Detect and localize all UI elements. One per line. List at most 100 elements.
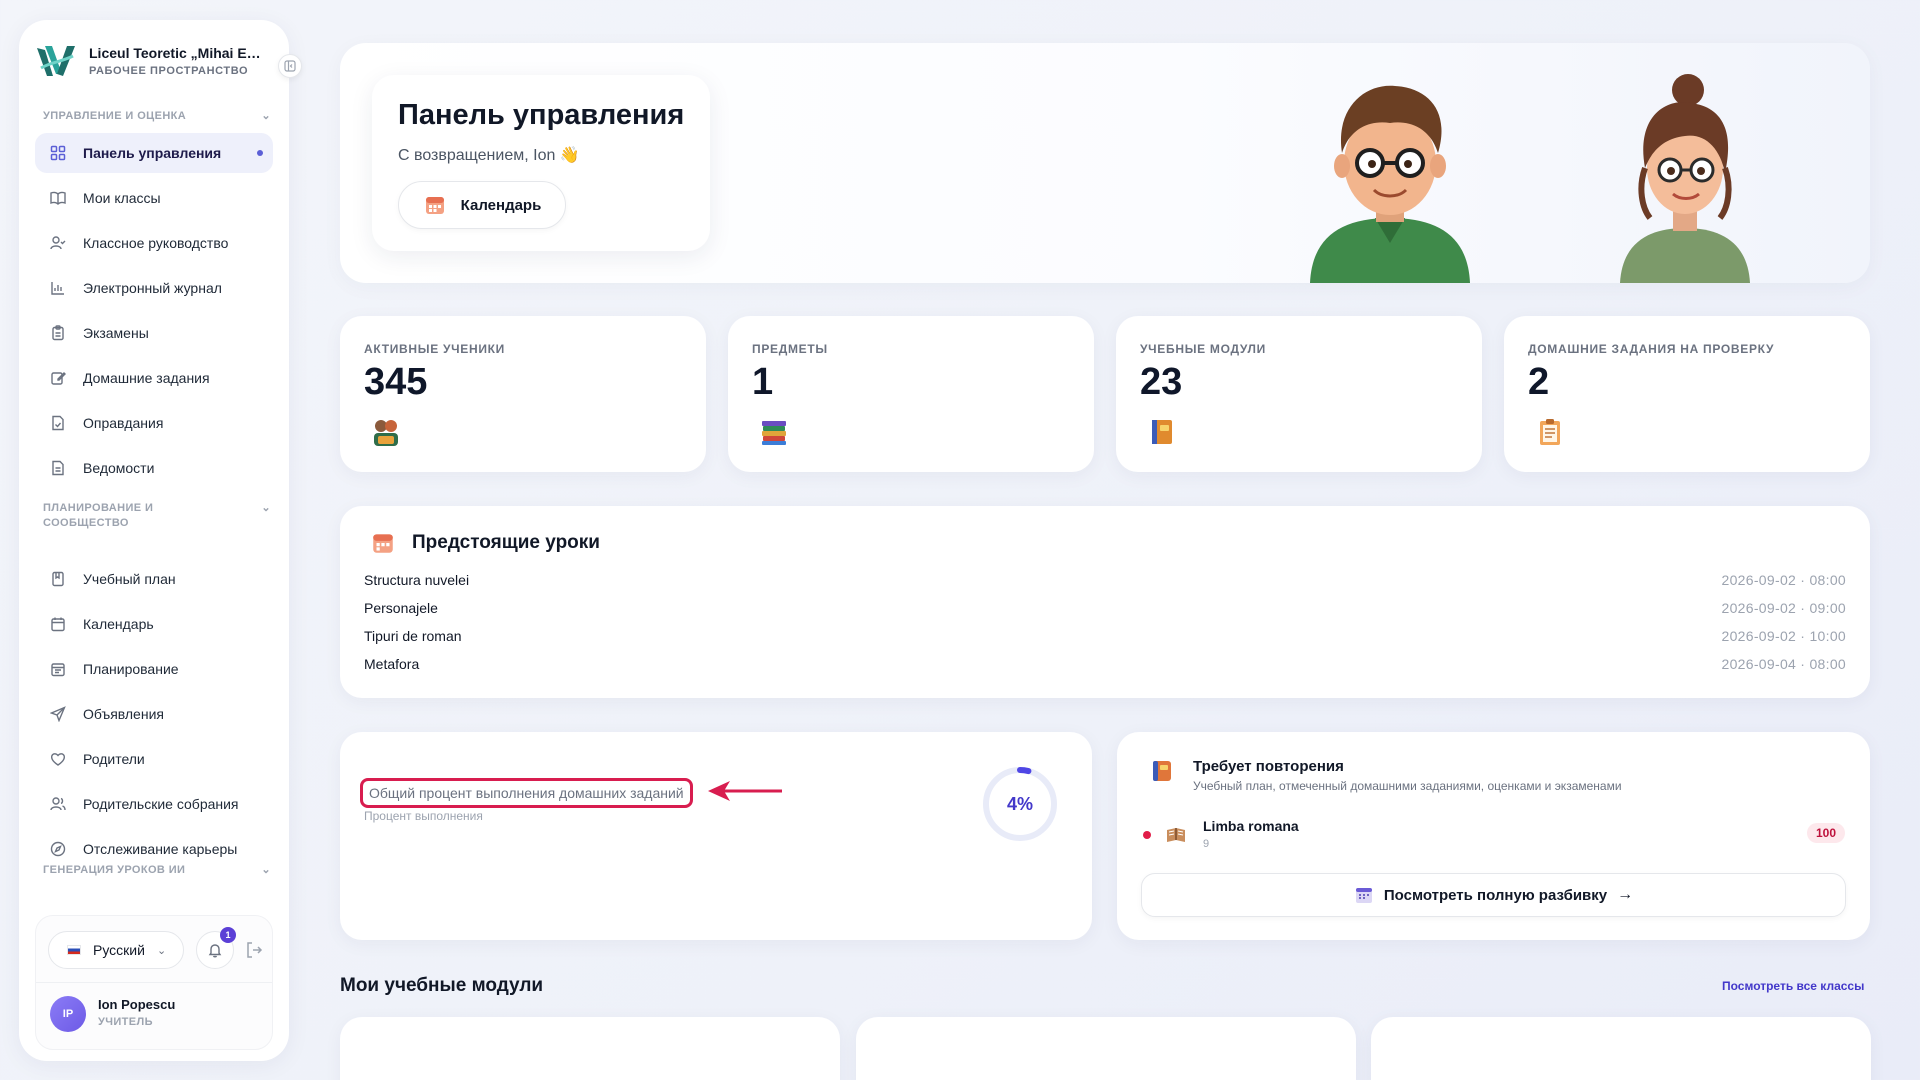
sidebar-item-homeroom[interactable]: Классное руководство [35, 223, 273, 263]
collapse-sidebar-button[interactable] [278, 54, 302, 78]
grid-icon [49, 144, 67, 162]
stat-label: ДОМАШНИЕ ЗАДАНИЯ НА ПРОВЕРКУ [1528, 342, 1775, 356]
stat-card-learning-modules[interactable]: УЧЕБНЫЕ МОДУЛИ 23 [1116, 316, 1482, 472]
send-icon [49, 705, 67, 723]
welcome-message: С возвращением, Ion 👋 [398, 147, 580, 164]
section-ai-lessons-label: ГЕНЕРАЦИЯ УРОКОВ ИИ [43, 864, 186, 876]
logout-icon[interactable] [244, 940, 264, 960]
my-modules-title: Мои учебные модули [340, 975, 544, 996]
sidebar-footer: Русский ⌄ 1 IP Ion Popescu УЧИТЕЛЬ [35, 915, 273, 1050]
bell-icon [208, 944, 222, 958]
users-icon [49, 795, 67, 813]
sidebar-item-label: Экзамены [83, 325, 149, 341]
view-all-classes-link[interactable]: Посмотреть все классы [1722, 979, 1864, 993]
language-selector[interactable]: Русский ⌄ [48, 931, 184, 969]
sidebar-item-homework[interactable]: Домашние задания [35, 358, 273, 398]
book-emoji-icon [1167, 828, 1185, 842]
language-label: Русский [93, 942, 145, 958]
chevron-down-icon: ⌄ [156, 944, 167, 957]
lesson-time: 2026-09-02 · 10:00 [1721, 628, 1846, 644]
upcoming-lessons-title: Предстоящие уроки [412, 532, 600, 553]
module-book-icon [1152, 420, 1172, 444]
view-full-breakdown-button[interactable]: Посмотреть полную разбивку → [1141, 873, 1846, 917]
lesson-name: Tipuri de roman [364, 628, 462, 644]
notifications-button[interactable]: 1 [196, 927, 236, 969]
stat-card-homework-review[interactable]: ДОМАШНИЕ ЗАДАНИЯ НА ПРОВЕРКУ 2 [1504, 316, 1870, 472]
homework-completion-card: Общий процент выполнения домашних задани… [340, 732, 1092, 940]
section-planning-label: ПЛАНИРОВАНИЕ И СООБЩЕСТВО [43, 502, 154, 529]
sidebar-item-label: Домашние задания [83, 370, 210, 386]
lesson-row[interactable]: Tipuri de roman 2026-09-02 · 10:00 [364, 625, 1846, 647]
needs-review-subtitle: Учебный план, отмеченный домашними задан… [1193, 779, 1622, 793]
review-subject-name[interactable]: Limba romana [1203, 818, 1299, 834]
books-stack-icon [762, 421, 786, 445]
sidebar-item-label: Объявления [83, 706, 164, 722]
sidebar-item-gradebook[interactable]: Электронный журнал [35, 268, 273, 308]
stat-value: 1 [752, 361, 774, 403]
calendar-icon [49, 615, 67, 633]
sidebar-item-statements[interactable]: Ведомости [35, 448, 273, 488]
chevron-down-icon: ⌄ [261, 110, 271, 122]
sidebar-item-label: Классное руководство [83, 235, 229, 251]
completion-percent: 4% [1006, 793, 1033, 814]
lesson-name: Structura nuvelei [364, 572, 470, 588]
section-planning[interactable]: ПЛАНИРОВАНИЕ И СООБЩЕСТВО ⌄ [43, 501, 271, 531]
sidebar-item-label: Панель управления [83, 145, 222, 161]
homework-completion-title: Общий процент выполнения домашних задани… [360, 778, 693, 808]
stat-value: 23 [1140, 361, 1183, 403]
stat-label: УЧЕБНЫЕ МОДУЛИ [1140, 342, 1266, 356]
module-card[interactable] [340, 1017, 840, 1080]
sidebar-item-curriculum[interactable]: Учебный план [35, 559, 273, 599]
sidebar-item-label: Родительские собрания [83, 796, 239, 812]
book-open-icon [49, 189, 67, 207]
school-name: Liceul Teoretic „Mihai Emi... [89, 45, 269, 61]
file-check-icon [49, 414, 67, 432]
workspace-switcher[interactable]: Liceul Teoretic „Mihai Emi... РАБОЧЕЕ ПР… [33, 38, 273, 84]
sidebar-item-label: Мои классы [83, 190, 161, 206]
stat-card-active-students[interactable]: АКТИВНЫЕ УЧЕНИКИ 345 [340, 316, 706, 472]
stat-value: 345 [364, 361, 428, 403]
heart-icon [49, 750, 67, 768]
notebook-emoji-icon [1153, 761, 1171, 781]
welcome-card: Панель управления С возвращением, Ion 👋 … [372, 75, 710, 251]
sidebar-item-label: Электронный журнал [83, 280, 222, 296]
sidebar-item-label: Родители [83, 751, 145, 767]
sidebar-item-planning[interactable]: Планирование [35, 649, 273, 689]
sidebar-item-my-classes[interactable]: Мои классы [35, 178, 273, 218]
stat-label: АКТИВНЫЕ УЧЕНИКИ [364, 342, 506, 356]
sidebar-item-announcements[interactable]: Объявления [35, 694, 273, 734]
review-subject-grade: 9 [1203, 838, 1210, 850]
sidebar-item-parents[interactable]: Родители [35, 739, 273, 779]
lesson-row[interactable]: Metafora 2026-09-04 · 08:00 [364, 653, 1846, 675]
lesson-row[interactable]: Personajele 2026-09-02 · 09:00 [364, 597, 1846, 619]
lesson-time: 2026-09-02 · 08:00 [1721, 572, 1846, 588]
sidebar-item-label: Ведомости [83, 460, 155, 476]
teacher-male-illustration [1310, 85, 1470, 283]
module-card[interactable] [856, 1017, 1356, 1080]
lesson-name: Personajele [364, 600, 438, 616]
review-score-badge: 100 [1807, 823, 1846, 843]
user-role: УЧИТЕЛЬ [98, 1016, 153, 1028]
sidebar-item-absences[interactable]: Оправдания [35, 403, 273, 443]
section-management-label: УПРАВЛЕНИЕ И ОЦЕНКА [43, 110, 187, 122]
sidebar-item-calendar[interactable]: Календарь [35, 604, 273, 644]
bookmark-book-icon [49, 570, 67, 588]
homework-completion-subtitle: Процент выполнения [364, 809, 483, 823]
user-name: Ion Popescu [98, 997, 176, 1012]
chevron-down-icon: ⌄ [261, 864, 271, 876]
section-ai-lessons[interactable]: ГЕНЕРАЦИЯ УРОКОВ ИИ ⌄ [43, 863, 271, 878]
lesson-row[interactable]: Structura nuvelei 2026-09-02 · 08:00 [364, 569, 1846, 591]
stat-card-subjects[interactable]: ПРЕДМЕТЫ 1 [728, 316, 1094, 472]
avatar[interactable]: IP [50, 996, 86, 1032]
calendar-button[interactable]: Календарь [398, 181, 566, 229]
section-management[interactable]: УПРАВЛЕНИЕ И ОЦЕНКА ⌄ [43, 109, 271, 124]
sidebar-item-label: Учебный план [83, 571, 176, 587]
sidebar-item-parent-meetings[interactable]: Родительские собрания [35, 784, 273, 824]
sidebar-item-exams[interactable]: Экзамены [35, 313, 273, 353]
calendar-grid-icon [1355, 888, 1372, 903]
sidebar-item-dashboard[interactable]: Панель управления [35, 133, 273, 173]
sidebar: Liceul Teoretic „Mihai Emi... РАБОЧЕЕ ПР… [19, 20, 289, 1061]
notification-count-badge: 1 [220, 927, 236, 943]
module-card[interactable] [1371, 1017, 1871, 1080]
sidebar-item-label: Планирование [83, 661, 179, 677]
